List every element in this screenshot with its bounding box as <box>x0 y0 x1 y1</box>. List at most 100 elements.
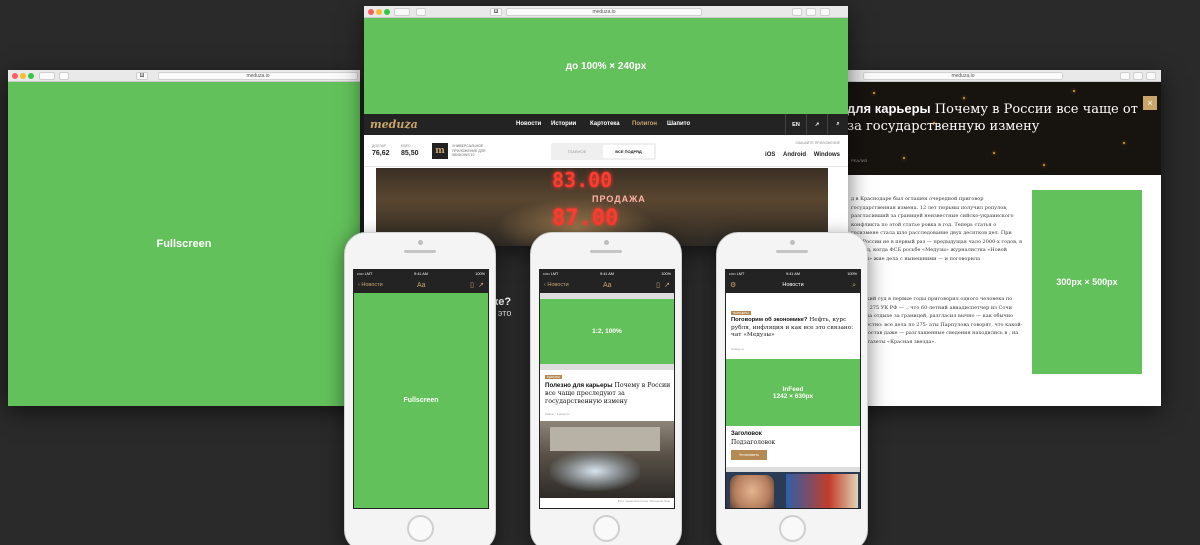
back-button[interactable]: ‹ Новости <box>358 278 383 293</box>
eur-label: Евро <box>401 144 411 148</box>
close-window-button[interactable] <box>368 9 374 15</box>
article-title-bold: Полезно для карьеры <box>545 382 613 389</box>
speaker <box>590 250 622 253</box>
exchange-rate-display: 83.00 <box>552 168 613 192</box>
eur-rate: 85,50 <box>401 150 419 157</box>
article-meta: РЕАЛИЗ <box>851 158 868 163</box>
nav-item-shapito[interactable]: Шапито <box>667 121 690 127</box>
new-tab-button[interactable] <box>1133 72 1143 80</box>
battery: 100% <box>475 272 485 276</box>
browser-window-left: Ш meduza.io Fullscreen <box>8 70 360 406</box>
platform-link-android[interactable]: Android <box>783 152 806 158</box>
address-bar[interactable]: meduza.io <box>506 8 702 16</box>
share-icon[interactable]: ↗ <box>664 278 670 293</box>
search-icon[interactable]: ⌕ <box>852 278 856 293</box>
font-size-button[interactable]: Aa <box>603 278 612 293</box>
ad-headline: Заголовок <box>731 431 762 437</box>
article-paragraph: д в Краснодаре был оглашен очередной при… <box>851 196 1022 262</box>
browser-window-right: meduza.io для карьеры Почему в России вс… <box>843 70 1161 406</box>
meduza-app-icon[interactable]: m <box>432 143 448 159</box>
nav-item-polygon[interactable]: Полигон <box>632 121 657 127</box>
back-forward-buttons[interactable] <box>394 8 410 16</box>
nav-item-cards[interactable]: Картотека <box>590 121 620 127</box>
platform-link-ios[interactable]: iOS <box>765 152 775 158</box>
exchange-sign: ПРОДАЖА <box>592 194 646 204</box>
phone-mockup-feed: ••••• LMT 9:41 AM 100% ⚙ Новости ⌕ Партн… <box>716 232 868 545</box>
nav-actions: EN ↗ ⌕ <box>785 114 848 135</box>
clock: 9:41 AM <box>600 272 614 276</box>
sidebar-button[interactable] <box>416 8 426 16</box>
phone-mockup-fullscreen: ••••• LMT 9:41 AM 100% ‹ Новости Aa ▯ ↗ … <box>344 232 496 545</box>
phone-screen: ••••• LMT 9:41 AM 100% ‹ Новости Aa ▯ ↗ … <box>539 269 675 509</box>
share-button[interactable] <box>806 8 816 16</box>
battery: 100% <box>661 272 671 276</box>
tab-main[interactable]: Главное <box>551 143 603 160</box>
article-title[interactable]: Полезно для карьеры Почему в России все … <box>545 382 671 406</box>
home-button[interactable] <box>407 515 434 542</box>
nav-item-news[interactable]: Новости <box>516 121 541 127</box>
partner-tag: Партнеры <box>731 311 751 315</box>
close-window-button[interactable] <box>12 73 18 79</box>
browser-toolbar: Ш meduza.io <box>364 6 848 18</box>
download-button[interactable] <box>792 8 802 16</box>
battery: 100% <box>847 272 857 276</box>
new-tab-button[interactable] <box>820 8 830 16</box>
download-button[interactable] <box>1120 72 1130 80</box>
minimize-window-button[interactable] <box>20 73 26 79</box>
share-icon[interactable]: ↗ <box>478 278 484 293</box>
back-forward-buttons[interactable] <box>39 72 55 80</box>
sponsored-tag: Реклама <box>545 375 563 379</box>
sidebar-ad-placement: 300px × 500px <box>1032 190 1142 374</box>
inline-ad-placement: 1:2, 100% <box>540 299 674 364</box>
feed-article-title[interactable]: Поговорим об экономике? Нефть, курс рубл… <box>731 317 857 340</box>
app-promo-text[interactable]: Универсальное приложение для Windows 10 <box>452 144 502 158</box>
search-icon[interactable]: ⌕ <box>827 114 848 135</box>
article-hero: для карьеры Почему в России все чаще от … <box>843 82 1161 175</box>
maximize-window-button[interactable] <box>28 73 34 79</box>
infeed-size: 1242 × 630px <box>772 392 814 400</box>
back-button[interactable]: ‹ Новости <box>544 278 569 293</box>
speaker <box>776 250 808 253</box>
feed-photo <box>726 472 860 508</box>
fullscreen-ad-placement: Fullscreen <box>8 82 360 406</box>
bookmark-icon[interactable]: ▯ <box>656 278 660 293</box>
tab-badge[interactable]: Ш <box>490 8 502 16</box>
phone-screen: ••••• LMT 9:41 AM 100% ‹ Новости Aa ▯ ↗ … <box>353 269 489 509</box>
back-label: Новости <box>547 282 569 288</box>
share-button[interactable] <box>1146 72 1156 80</box>
status-bar: ••••• LMT 9:41 AM 100% <box>726 270 860 278</box>
tab-all[interactable]: Все подряд <box>603 145 654 158</box>
top-banner-ad-placement: до 100% × 240px <box>364 18 848 114</box>
clock: 9:41 AM <box>414 272 428 276</box>
app-bar: ‹ Новости Aa ▯ ↗ <box>354 278 488 293</box>
platform-link-windows[interactable]: Windows <box>814 152 840 158</box>
close-icon[interactable]: × <box>1143 96 1157 110</box>
bookmark-icon[interactable]: ▯ <box>470 278 474 293</box>
maximize-window-button[interactable] <box>384 9 390 15</box>
language-toggle[interactable]: EN <box>785 114 806 135</box>
tab-badge[interactable]: Ш <box>136 72 148 80</box>
article-title: для карьеры Почему в России все чаще от … <box>847 100 1147 135</box>
external-link-icon[interactable]: ↗ <box>806 114 827 135</box>
article-meta: Рейсы · 3 минуты <box>545 412 570 416</box>
font-size-button[interactable]: Aa <box>417 278 426 293</box>
home-button[interactable] <box>779 515 806 542</box>
article-photo <box>540 421 674 498</box>
usd-rate: 76,62 <box>372 150 390 157</box>
photo-credit: Фото: Анастасия Скляр / Вечерняя Лоха <box>617 499 670 503</box>
install-button[interactable]: Установить <box>731 450 767 460</box>
meduza-logo[interactable]: meduza <box>370 118 418 131</box>
speaker <box>404 250 436 253</box>
screen-title: Новости <box>782 282 804 288</box>
home-button[interactable] <box>593 515 620 542</box>
feed-mode-toggle[interactable]: Главное Все подряд <box>551 143 656 160</box>
address-bar[interactable]: meduza.io <box>158 72 358 80</box>
app-bar: ‹ Новости Aa ▯ ↗ <box>540 278 674 293</box>
minimize-window-button[interactable] <box>376 9 382 15</box>
camera <box>604 240 609 245</box>
camera <box>418 240 423 245</box>
nav-item-stories[interactable]: Истории <box>551 121 576 127</box>
sidebar-button[interactable] <box>59 72 69 80</box>
address-bar[interactable]: meduza.io <box>863 72 1063 80</box>
status-bar: ••••• LMT 9:41 AM 100% <box>540 270 674 278</box>
